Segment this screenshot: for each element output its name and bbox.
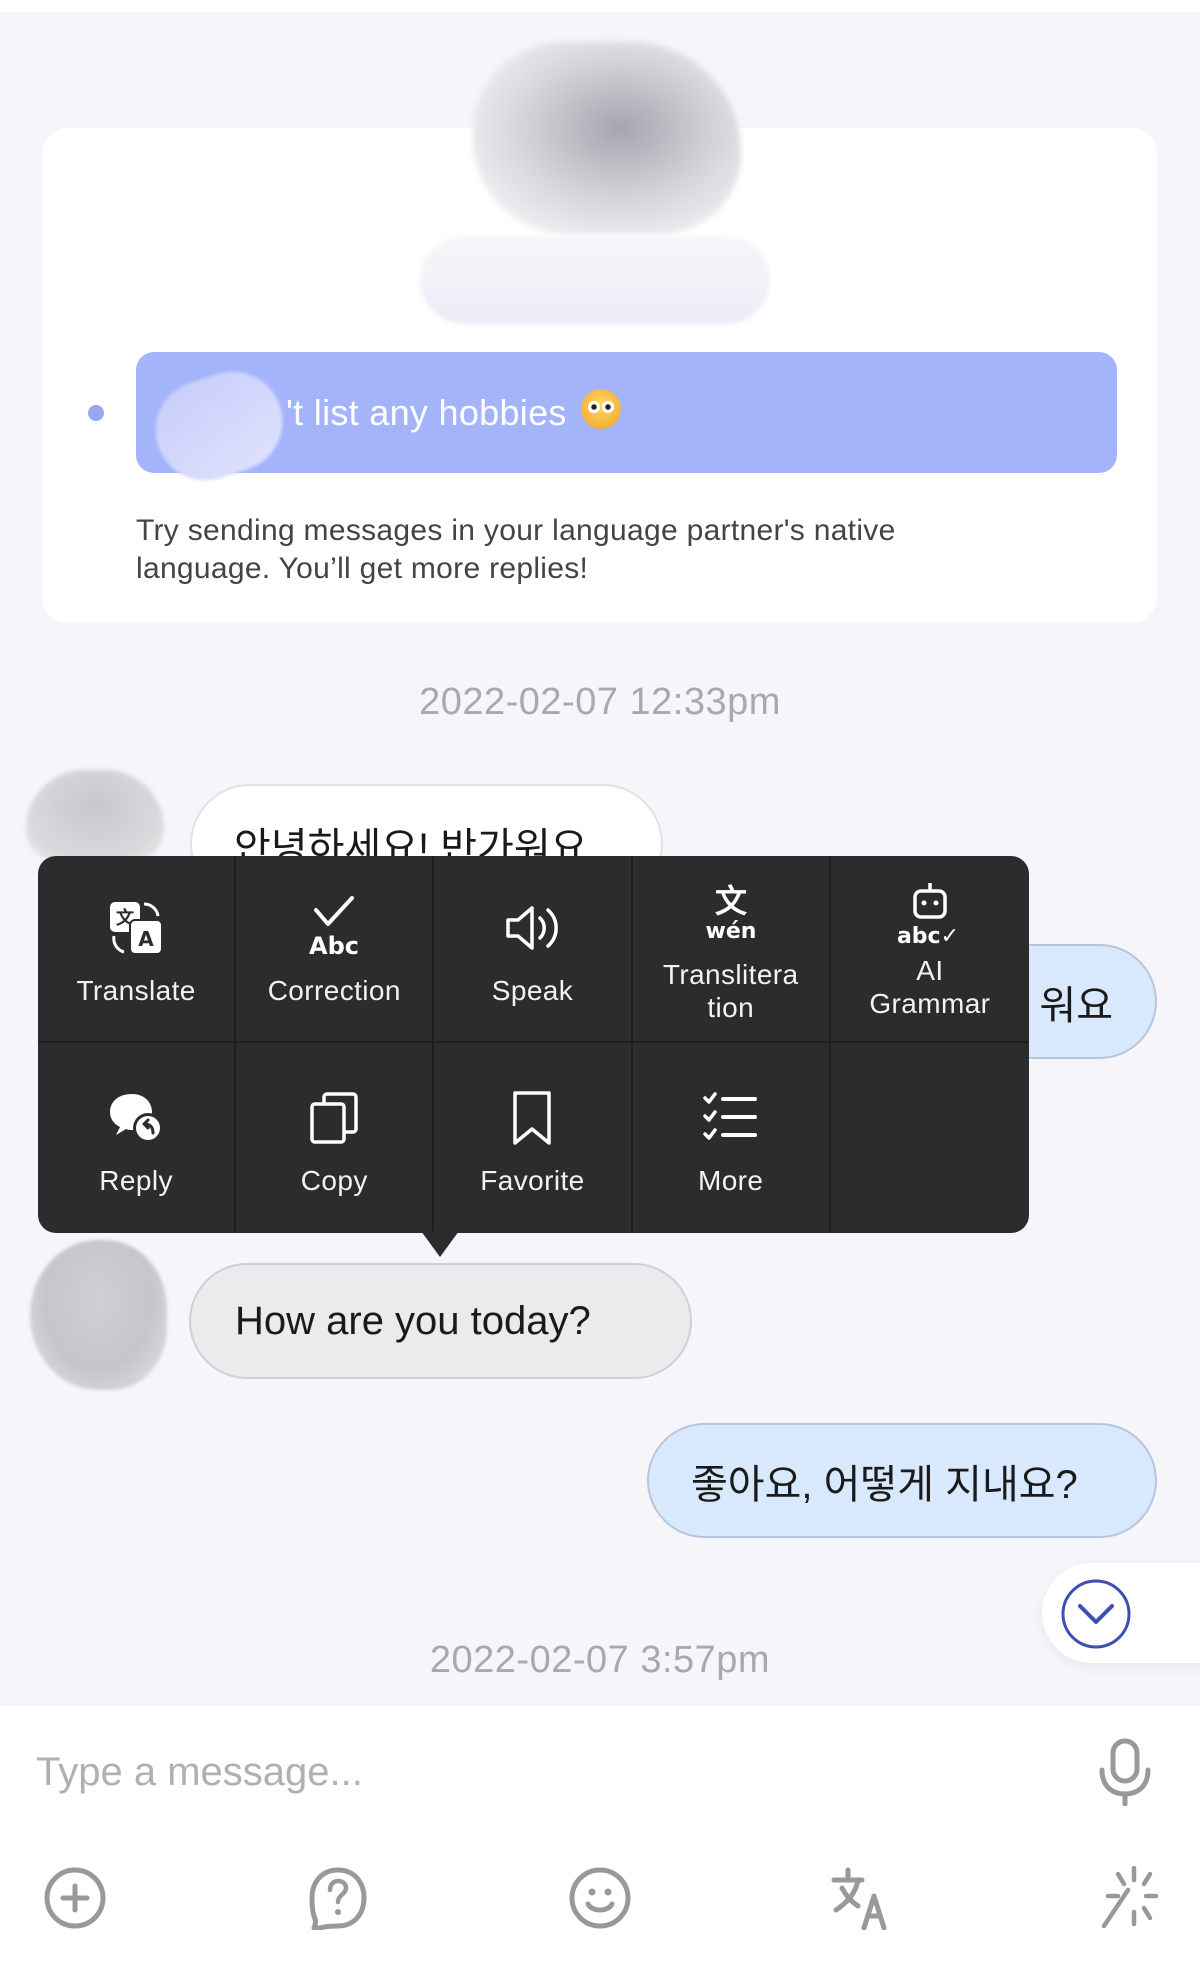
bullet-dot [88,405,104,421]
emoji-button[interactable] [564,1862,636,1934]
menu-item-translate[interactable]: 文 A Translate [38,856,237,1043]
help-icon [309,1867,367,1930]
checklist-icon [701,1080,761,1156]
menu-item-label: Speak [491,975,574,1006]
message-bubble-outgoing[interactable]: 좋아요, 어떻게 지내요? [647,1423,1157,1538]
menu-item-more[interactable]: More [633,1043,831,1233]
menu-item-label: Copy [300,1164,368,1196]
translate-button[interactable] [826,1862,898,1934]
language-tip: Try sending messages in your language pa… [136,514,896,585]
message-text: 좋아요, 어떻게 지내요? [691,1462,1078,1507]
menu-item-speak[interactable]: Speak [434,856,633,1043]
menu-item-label: Translitera tion [662,958,799,1023]
message-bubble-incoming-selected[interactable]: How are you today? [189,1263,692,1379]
avatar[interactable] [30,1240,167,1390]
svg-text:wén: wén [705,919,756,944]
microphone-button[interactable] [1098,1738,1152,1807]
timestamp: 2022-02-07 12:33pm [419,681,781,723]
translate-icon: 文 A [106,890,166,966]
avatar[interactable] [26,770,164,862]
message-context-menu: 文 A Translate Abc Correction Speak 文 wén… [38,856,1029,1233]
message-text: 워요 [1039,983,1113,1028]
chevron-down-circle-icon [1061,1579,1131,1649]
menu-pointer-arrow [421,1231,459,1257]
microphone-icon [1099,1738,1151,1807]
reply-icon [106,1080,166,1156]
attach-button[interactable] [39,1862,111,1934]
menu-item-label: Correction [267,975,401,1006]
emoji-icon [569,1867,631,1929]
message-input[interactable] [36,1742,1036,1802]
message-text: How are you today? [235,1298,591,1343]
partner-name-redacted [420,236,770,324]
menu-item-copy[interactable]: Copy [236,1043,435,1233]
hobby-text: 't list any hobbies [286,391,567,433]
hobby-banner: 't list any hobbies [136,352,1117,473]
menu-item-label: More [697,1164,764,1196]
speaker-icon [502,890,562,966]
menu-item-label: Translate [76,975,196,1006]
help-button[interactable] [302,1862,374,1934]
ai-grammar-icon: abc✓ [895,878,965,954]
magic-icon [1101,1866,1158,1929]
svg-text:Abc: Abc [309,932,359,960]
partner-avatar-redacted [473,42,741,234]
plus-icon [44,1867,106,1929]
timestamp: 2022-02-07 3:57pm [429,1639,771,1681]
menu-item-favorite[interactable]: Favorite [434,1043,633,1233]
menu-item-label: Favorite [480,1164,585,1196]
flushed-face-emoji-icon [580,388,621,429]
menu-item-reply[interactable]: Reply [38,1043,237,1233]
translate-icon [831,1867,887,1930]
status-bar-area [0,0,1200,12]
svg-text:文: 文 [715,882,747,920]
scroll-to-bottom-button[interactable] [1060,1578,1132,1650]
correction-icon: Abc [304,890,364,966]
menu-item-ai-grammar[interactable]: abc✓ AI Grammar [830,856,1029,1043]
transliteration-icon: 文 wén [701,874,761,950]
menu-item-correction[interactable]: Abc Correction [236,856,435,1043]
magic-button[interactable] [1090,1862,1162,1934]
menu-empty-cell [831,1043,1029,1233]
menu-item-transliteration[interactable]: 文 wén Translitera tion [632,856,831,1043]
bookmark-icon [507,1080,557,1156]
svg-text:A: A [138,927,154,951]
svg-text:abc✓: abc✓ [897,924,959,949]
menu-item-label: Reply [99,1164,173,1196]
menu-item-label: AI Grammar [869,954,991,1019]
copy-icon [306,1080,362,1156]
